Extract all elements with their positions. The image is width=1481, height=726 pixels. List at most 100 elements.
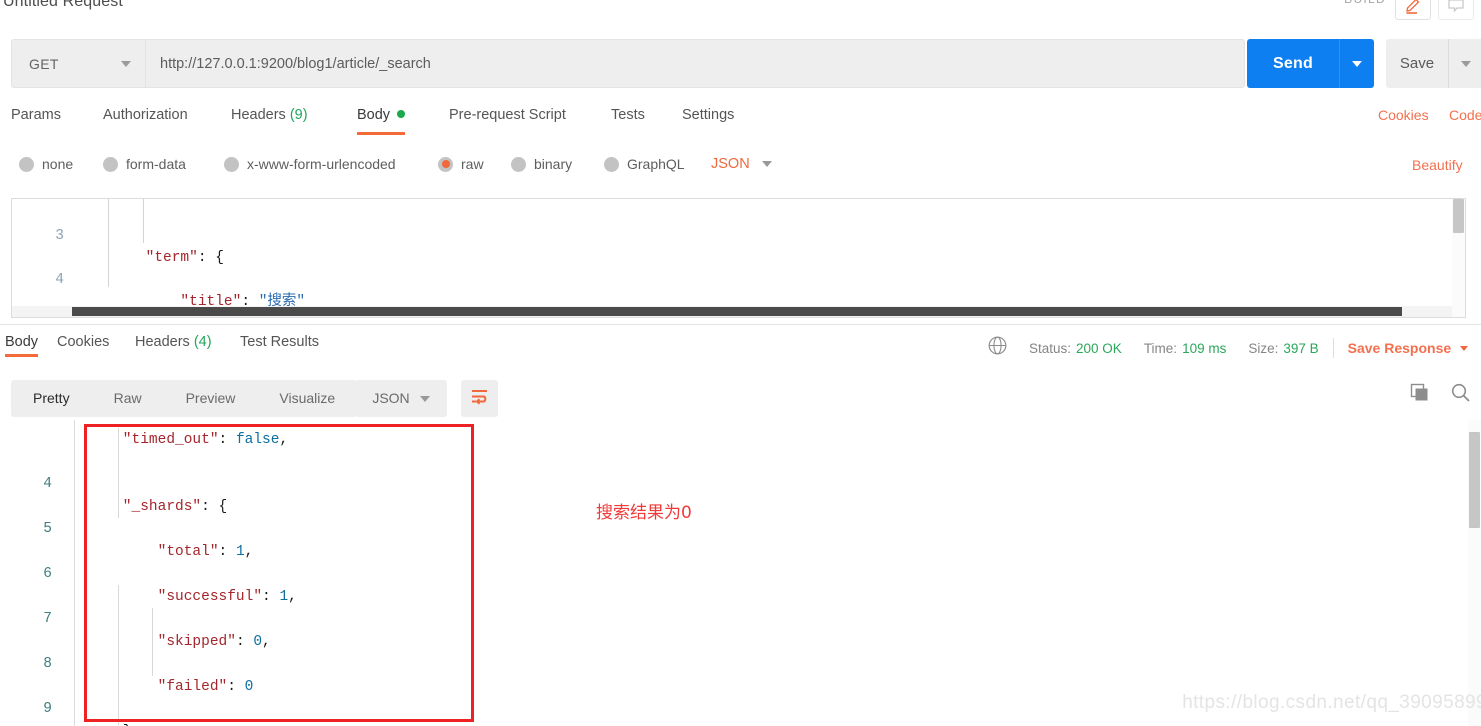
response-code-line: 5 "total": 1, <box>0 496 1481 560</box>
request-code-line: 4 "title": "搜索" <box>12 247 1465 310</box>
chevron-down-icon[interactable] <box>1460 345 1469 351</box>
radio-dot-icon <box>224 156 239 172</box>
code-link[interactable]: Code <box>1449 107 1481 123</box>
line-number: 9 <box>43 701 52 717</box>
response-tab-cookies[interactable]: Cookies <box>57 334 109 350</box>
radio-form-data[interactable]: form-data <box>103 156 186 172</box>
line-number: 7 <box>43 611 52 627</box>
response-actions <box>1409 382 1471 408</box>
tab-pre-request-script[interactable]: Pre-request Script <box>449 107 566 123</box>
chevron-down-icon <box>121 60 131 67</box>
comment-bubble-icon <box>1447 0 1465 19</box>
radio-binary-label: binary <box>534 156 573 172</box>
save-response-button[interactable]: Save Response <box>1348 340 1452 356</box>
cookies-link[interactable]: Cookies <box>1378 107 1429 123</box>
view-raw-button[interactable]: Raw <box>92 380 164 417</box>
globe-icon <box>988 336 1007 360</box>
tab-headers-count: (9) <box>289 107 308 123</box>
radio-dot-icon <box>604 156 619 172</box>
build-label: BUILD <box>1344 0 1386 6</box>
line-number: 6 <box>43 566 52 582</box>
comment-button[interactable] <box>1438 0 1474 20</box>
request-tab-bar: Params Authorization Headers (9) Body Pr… <box>0 107 1481 140</box>
radio-raw-label: raw <box>461 156 484 172</box>
body-format-select[interactable]: JSON <box>711 156 772 172</box>
request-editor-scrollbar-vertical[interactable] <box>1452 199 1465 317</box>
url-input[interactable]: http://127.0.0.1:9200/blog1/article/_sea… <box>145 39 1245 88</box>
radio-binary[interactable]: binary <box>511 156 572 172</box>
body-format-label: JSON <box>711 156 750 172</box>
send-options-button[interactable] <box>1339 39 1374 88</box>
tab-authorization[interactable]: Authorization <box>103 107 188 123</box>
radio-none[interactable]: none <box>19 156 73 172</box>
response-tab-bar: Body Cookies Headers (4) Test Results <box>0 334 900 364</box>
tab-body-label: Body <box>357 107 391 123</box>
page-title: Untitled Request <box>3 0 123 10</box>
line-number: 8 <box>43 656 52 672</box>
view-pretty-button[interactable]: Pretty <box>11 380 92 417</box>
view-preview-button[interactable]: Preview <box>164 380 258 417</box>
save-button-label: Save <box>1399 55 1435 72</box>
radio-x-www-form-urlencoded[interactable]: x-www-form-urlencoded <box>224 156 396 172</box>
status-label: Status: <box>1029 340 1072 356</box>
radio-dot-icon <box>19 156 34 172</box>
response-body-viewer[interactable]: "timed_out": false, 4 "_shards": { 5 "to… <box>0 420 1481 726</box>
edit-pencil-button[interactable] <box>1395 0 1431 20</box>
radio-graphql-label: GraphQL <box>627 156 685 172</box>
line-number: 5 <box>43 521 52 537</box>
radio-dot-icon <box>511 156 526 172</box>
response-tab-test-results[interactable]: Test Results <box>240 334 319 350</box>
radio-none-label: none <box>42 156 74 172</box>
response-tab-headers-count: (4) <box>193 334 212 350</box>
tab-headers-label: Headers <box>231 107 286 123</box>
copy-button[interactable] <box>1409 382 1430 408</box>
request-body-editor[interactable]: 3 "term": { 4 "title": "搜索" 5 } 6 } 7 } <box>11 198 1466 318</box>
radio-dot-selected-icon <box>438 156 453 172</box>
time-value: 109 ms <box>1182 340 1227 356</box>
send-button[interactable]: Send <box>1247 39 1374 88</box>
response-meta-bar: Status: 200 OK Time: 109 ms Size: 397 B … <box>988 336 1469 360</box>
meta-divider <box>1332 338 1334 358</box>
beautify-link[interactable]: Beautify <box>1412 157 1463 173</box>
chevron-down-icon <box>1352 60 1362 67</box>
response-tab-headers[interactable]: Headers (4) <box>135 334 212 350</box>
watermark: https://blog.csdn.net/qq_39095899 <box>1182 692 1481 713</box>
radio-x-www-form-urlencoded-label: x-www-form-urlencoded <box>247 156 396 172</box>
tab-settings[interactable]: Settings <box>682 107 734 123</box>
response-code-line: 8 "failed": 0 <box>0 631 1481 695</box>
response-tab-body[interactable]: Body <box>5 334 39 357</box>
radio-form-data-label: form-data <box>126 156 186 172</box>
save-options-button[interactable] <box>1448 39 1481 88</box>
body-type-radio-group: none form-data x-www-form-urlencoded raw… <box>0 156 1481 184</box>
size-value: 397 B <box>1283 340 1319 356</box>
active-tab-underline <box>357 132 406 135</box>
annotation-text: 搜索结果为0 <box>596 503 692 523</box>
word-wrap-button[interactable] <box>461 380 498 417</box>
chevron-down-icon <box>1461 60 1471 67</box>
status-value: 200 OK <box>1076 340 1122 356</box>
tab-body[interactable]: Body <box>357 107 406 135</box>
radio-graphql[interactable]: GraphQL <box>604 156 685 172</box>
http-method-select[interactable]: GET <box>11 39 145 88</box>
tab-headers[interactable]: Headers (9) <box>231 107 308 123</box>
response-view-toolbar: Pretty Raw Preview Visualize <box>11 380 358 417</box>
scrollbar-thumb[interactable] <box>1453 199 1464 233</box>
search-button[interactable] <box>1450 382 1471 408</box>
response-code-line: 4 "_shards": { <box>0 451 1481 515</box>
radio-raw[interactable]: raw <box>438 156 484 172</box>
chevron-down-icon <box>419 395 430 402</box>
scrollbar-thumb[interactable] <box>72 307 1402 316</box>
response-format-select[interactable]: JSON <box>355 380 447 417</box>
word-wrap-icon <box>470 388 489 410</box>
request-editor-scrollbar-horizontal[interactable] <box>12 306 1452 317</box>
tab-tests[interactable]: Tests <box>611 107 645 123</box>
view-visualize-button[interactable]: Visualize <box>257 380 357 417</box>
request-code-line: 3 "term": { <box>12 203 1465 266</box>
tab-params[interactable]: Params <box>11 107 61 123</box>
response-code-line: 7 "skipped": 0, <box>0 586 1481 650</box>
scrollbar-thumb[interactable] <box>1469 432 1480 528</box>
active-tab-underline <box>5 354 39 357</box>
size-label: Size: <box>1248 340 1279 356</box>
url-bar: GET http://127.0.0.1:9200/blog1/article/… <box>11 39 1245 88</box>
save-button[interactable]: Save <box>1386 39 1481 88</box>
